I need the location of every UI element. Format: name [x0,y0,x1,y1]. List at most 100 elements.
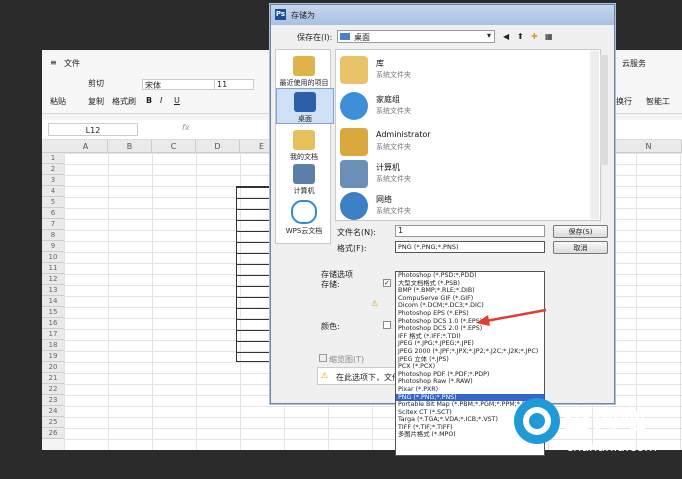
row-header[interactable]: 3 [42,175,64,186]
chevron-down-icon: ▾ [486,31,491,40]
store-checkbox[interactable]: ✓ [383,279,391,287]
format-option[interactable]: Photoshop Raw (*.RAW) [396,378,544,386]
up-folder-icon[interactable]: ⬆ [517,32,524,41]
row-header[interactable]: 15 [42,307,64,318]
column-header[interactable]: N [616,140,682,153]
item-sub: 系统文件夹 [376,71,411,79]
paste-button[interactable]: 粘贴 [50,96,66,107]
dialog-scrollbar[interactable] [600,55,608,165]
row-header[interactable]: 6 [42,208,64,219]
watermark-url: chaxunla.com [566,440,657,455]
row-header[interactable]: 10 [42,252,64,263]
column-header[interactable]: D [196,140,240,153]
row-header[interactable]: 4 [42,186,64,197]
new-folder-icon[interactable]: ✚ [531,32,538,41]
row-header[interactable]: 21 [42,373,64,384]
save-in-value: 桌面 [354,33,370,42]
computer-icon [293,164,315,184]
row-header[interactable]: 13 [42,285,64,296]
cut-button[interactable]: 剪切 [88,78,104,89]
dialog-titlebar[interactable]: Ps 存储为 [271,5,614,25]
place-documents[interactable]: 我的文档 [276,130,332,162]
format-option[interactable]: Photoshop (*.PSD;*.PDD) [396,272,544,280]
row-header[interactable]: 18 [42,340,64,351]
place-computer[interactable]: 计算机 [276,164,332,196]
place-label: WPS云文档 [285,227,323,235]
tab-file[interactable]: 文件 [64,58,80,69]
font-size-select[interactable]: 11 [214,79,254,90]
thumbnail-checkbox[interactable] [319,354,327,362]
row-header[interactable]: 8 [42,230,64,241]
select-all-corner[interactable] [42,140,64,153]
back-icon[interactable]: ◀ [503,32,509,41]
row-header[interactable]: 24 [42,406,64,417]
bold-button[interactable]: B [146,96,152,105]
format-option[interactable]: 大型文档格式 (*.PSB) [396,280,544,288]
format-option[interactable]: JPEG 立体 (*.JPS) [396,356,544,364]
item-name: 库 [376,59,384,68]
list-item[interactable]: 家庭组 系统文件夹 [340,90,590,124]
row-header[interactable]: 9 [42,241,64,252]
color-checkbox[interactable] [383,321,391,329]
item-sub: 系统文件夹 [376,175,411,183]
list-item[interactable]: Administrator 系统文件夹 [340,126,590,160]
column-header[interactable]: B [108,140,152,153]
format-option[interactable]: Pixar (*.PXR) [396,386,544,394]
cloud-icon [291,200,317,224]
row-header[interactable]: 1 [42,153,64,164]
row-header[interactable]: 12 [42,274,64,285]
format-option[interactable]: JPEG (*.JPG;*.JPEG;*.JPE) [396,340,544,348]
row-header[interactable]: 2 [42,164,64,175]
row-header[interactable]: 20 [42,362,64,373]
item-name: Administrator [376,130,431,139]
recent-items-icon [293,56,315,76]
place-wps-cloud[interactable]: WPS云文档 [276,200,332,236]
list-item[interactable]: 计算机 系统文件夹 [340,158,590,192]
place-desktop[interactable]: 桌面 [276,88,334,124]
save-in-label: 保存在(I): [297,33,333,42]
row-header[interactable]: 7 [42,219,64,230]
italic-button[interactable]: I [160,96,162,105]
places-bar: 最近使用的项目 桌面 我的文档 计算机 WPS云文档 [275,49,334,244]
photoshop-icon: Ps [275,9,286,20]
fx-icon[interactable]: fx [182,123,190,132]
view-menu-icon[interactable]: ▦ [545,32,553,41]
format-option[interactable]: JPEG 2000 (*.JPF;*.JPX;*.JP2;*.J2C;*.J2K… [396,348,544,356]
format-option[interactable]: PNG (*.PNG;*.PNS) [396,393,544,402]
list-item[interactable]: 库 系统文件夹 [340,54,590,88]
menu-icon[interactable]: ≡ [50,58,57,67]
row-header[interactable]: 17 [42,329,64,340]
list-item[interactable]: 网络 系统文件夹 [340,190,590,224]
format-option[interactable]: BMP (*.BMP;*.RLE;*.DIB) [396,287,544,295]
smart-tools-button[interactable]: 智能工 [646,96,670,107]
filename-label: 文件名(N): [337,228,376,237]
chaxunla-logo-icon [514,398,560,444]
row-header[interactable]: 23 [42,395,64,406]
row-header[interactable]: 19 [42,351,64,362]
row-header[interactable]: 22 [42,384,64,395]
cancel-button[interactable]: 取消 [553,241,608,254]
format-select[interactable]: PNG (*.PNG;*.PNS) [395,241,545,253]
save-button[interactable]: 保存(S) [553,225,608,238]
row-header[interactable]: 11 [42,263,64,274]
column-header[interactable]: A [64,140,108,153]
format-painter-button[interactable]: 格式刷 [112,96,136,107]
row-header[interactable]: 14 [42,296,64,307]
column-header[interactable]: C [152,140,196,153]
row-header[interactable]: 5 [42,197,64,208]
tab-cloud[interactable]: 云服务 [622,58,646,69]
save-in-select[interactable]: 桌面 ▾ [337,30,495,43]
underline-button[interactable]: U [174,96,180,105]
list-scrollbar[interactable] [590,51,599,219]
row-header[interactable]: 16 [42,318,64,329]
name-box[interactable]: L12 [48,123,138,136]
filename-input[interactable]: 1 [395,225,545,237]
row-header[interactable]: 26 [42,428,64,439]
copy-button[interactable]: 复制 [88,96,104,107]
format-option[interactable]: IFF 格式 (*.IFF;*.TDI) [396,333,544,341]
wrap-button[interactable]: 换行 [616,96,632,107]
row-header[interactable]: 25 [42,417,64,428]
place-recent[interactable]: 最近使用的项目 [276,56,332,88]
format-option[interactable]: Photoshop PDF (*.PDF;*.PDP) [396,371,544,379]
format-option[interactable]: PCX (*.PCX) [396,363,544,371]
